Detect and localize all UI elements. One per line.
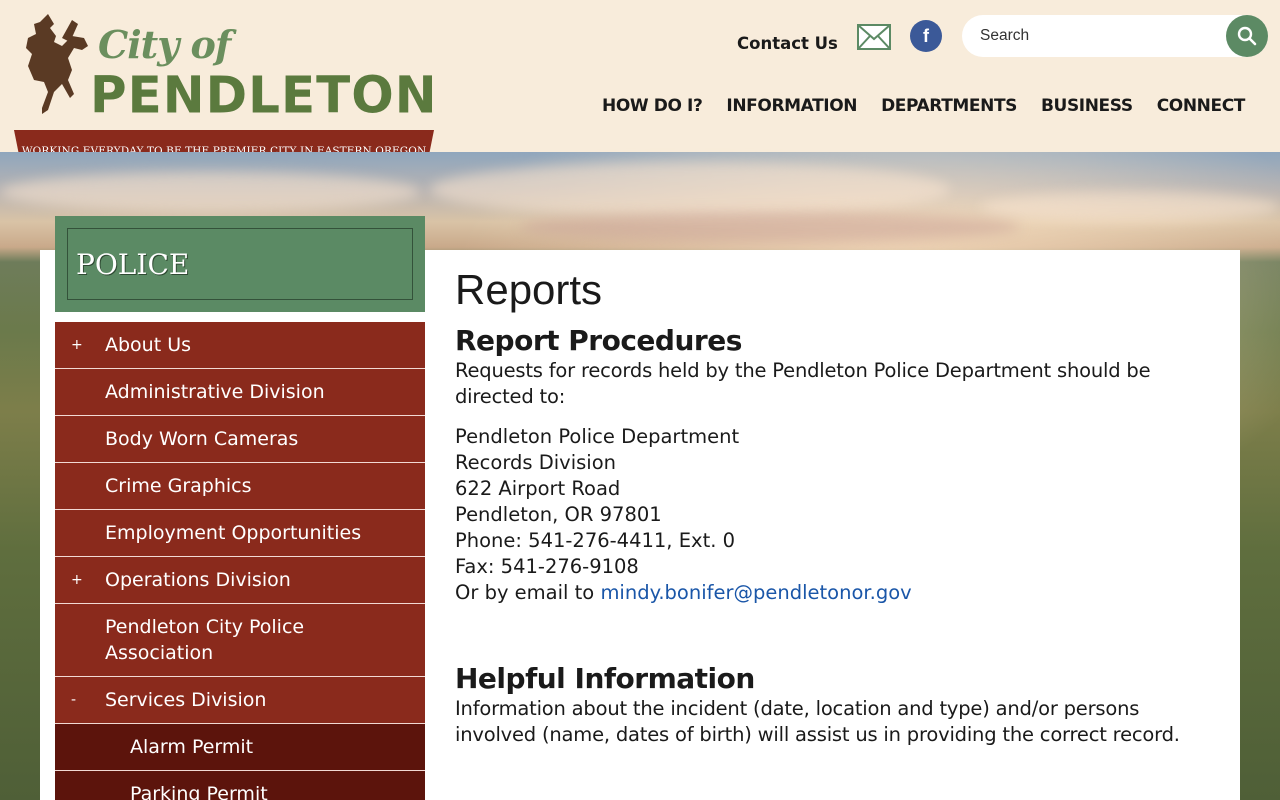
page-title: Reports [455, 266, 603, 313]
address-line: Pendleton, OR 97801 [455, 503, 662, 526]
sidebar-item-label: Alarm Permit [130, 736, 254, 758]
nav-how-do-i[interactable]: HOW DO I? [602, 96, 703, 122]
section-title-box: POLICE [55, 216, 425, 312]
address-line: Records Division [455, 451, 616, 474]
sidebar-item-label: Crime Graphics [105, 475, 252, 497]
sidebar-item-administrative-division[interactable]: Administrative Division [55, 369, 425, 416]
helpful-information-heading: Helpful Information [455, 662, 755, 695]
bronco-rider-logo-icon [26, 14, 88, 114]
sidebar-item-label: Pendleton City Police Association [105, 616, 305, 664]
section-title-frame: POLICE [67, 228, 413, 300]
sidebar-item-body-worn-cameras[interactable]: Body Worn Cameras [55, 416, 425, 463]
email-prefix: Or by email to [455, 581, 601, 604]
logo-city-of-text: City of [98, 22, 231, 67]
search-button[interactable] [1226, 15, 1268, 57]
nav-information[interactable]: INFORMATION [726, 96, 857, 122]
section-title: POLICE [76, 247, 190, 281]
search-input[interactable] [980, 25, 1200, 47]
email-link[interactable]: mindy.bonifer@pendletonor.gov [600, 581, 911, 604]
facebook-icon[interactable]: f [910, 20, 942, 52]
sidebar-item-operations-division[interactable]: + Operations Division [55, 557, 425, 604]
search-icon [1237, 26, 1257, 46]
nav-connect[interactable]: CONNECT [1157, 96, 1246, 122]
main-content: Reports Report Procedures Requests for r… [425, 250, 1240, 800]
sidebar-item-police-association[interactable]: Pendleton City Police Association [55, 604, 425, 677]
sidebar-item-label: About Us [105, 334, 192, 356]
expand-icon[interactable]: + [71, 332, 83, 358]
city-logo[interactable]: City of PENDLETON [18, 10, 437, 128]
report-procedures-intro: Requests for records held by the Pendlet… [455, 359, 1151, 408]
sidebar-item-label: Operations Division [105, 569, 291, 591]
nav-departments[interactable]: DEPARTMENTS [881, 96, 1017, 122]
contact-us-link[interactable]: Contact Us [737, 34, 838, 53]
report-procedures-heading: Report Procedures [455, 324, 742, 357]
sidebar-item-label: Parking Permit [130, 783, 268, 800]
logo-pendleton-text: PENDLETON [90, 65, 438, 125]
sidebar-item-employment-opportunities[interactable]: Employment Opportunities [55, 510, 425, 557]
expand-icon[interactable]: + [71, 567, 83, 593]
sidebar-item-label: Administrative Division [105, 381, 325, 403]
fax-line: Fax: 541-276-9108 [455, 555, 639, 578]
sidebar-navigation: + About Us Administrative Division Body … [55, 322, 425, 800]
mail-icon[interactable] [857, 24, 891, 50]
sidebar-subitem-alarm-permit[interactable]: Alarm Permit [55, 724, 425, 771]
collapse-icon[interactable]: - [71, 687, 83, 713]
records-address-block: Pendleton Police Department Records Divi… [455, 424, 1210, 606]
phone-line: Phone: 541-276-4411, Ext. 0 [455, 529, 736, 552]
sidebar-subitem-parking-permit[interactable]: Parking Permit [55, 771, 425, 800]
sidebar-item-label: Body Worn Cameras [105, 428, 299, 450]
main-navigation: HOW DO I? INFORMATION DEPARTMENTS BUSINE… [590, 96, 1257, 122]
sidebar-item-label: Services Division [105, 689, 267, 711]
sidebar-item-about-us[interactable]: + About Us [55, 322, 425, 369]
sidebar-item-crime-graphics[interactable]: Crime Graphics [55, 463, 425, 510]
address-line: Pendleton Police Department [455, 425, 740, 448]
helpful-information-text: Information about the incident (date, lo… [455, 697, 1180, 746]
address-line: 622 Airport Road [455, 477, 621, 500]
sidebar-item-services-division[interactable]: - Services Division [55, 677, 425, 724]
nav-business[interactable]: BUSINESS [1041, 96, 1133, 122]
sidebar-item-label: Employment Opportunities [105, 522, 362, 544]
site-header: City of PENDLETON WORKING EVERYDAY TO BE… [0, 0, 1280, 172]
search-box [962, 15, 1268, 57]
email-line: Or by email to mindy.bonifer@pendletonor… [455, 580, 1210, 606]
